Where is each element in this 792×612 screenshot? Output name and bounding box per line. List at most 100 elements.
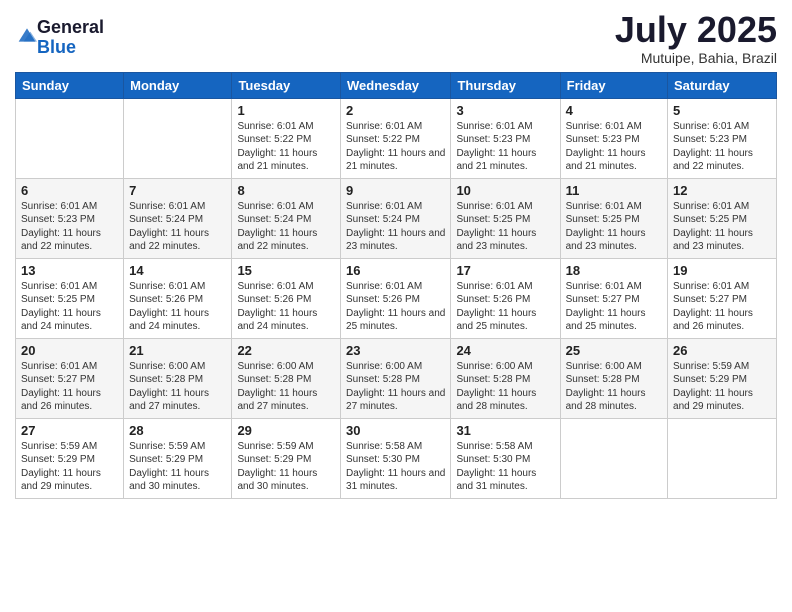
day-number: 13 xyxy=(21,263,118,278)
day-header-friday: Friday xyxy=(560,72,667,98)
calendar-cell: 15Sunrise: 6:01 AM Sunset: 5:26 PM Dayli… xyxy=(232,258,341,338)
calendar-cell: 7 Sunrise: 6:01 AM Sunset: 5:24 PM Daylig… xyxy=(124,178,232,258)
calendar-cell: 9 Sunrise: 6:01 AM Sunset: 5:24 PM Daylig… xyxy=(341,178,451,258)
day-info: Sunrise: 5:59 AM Sunset: 5:29 PM Dayligh… xyxy=(237,441,317,493)
calendar-cell: 2 Sunrise: 6:01 AM Sunset: 5:22 PM Daylig… xyxy=(341,98,451,178)
day-header-tuesday: Tuesday xyxy=(232,72,341,98)
day-number: 19 xyxy=(673,263,771,278)
calendar-week-3: 13 Sunrise: 6:01 AM Sunset: 5:25 PM Dayli… xyxy=(16,258,777,338)
day-header-saturday: Saturday xyxy=(668,72,777,98)
calendar-cell xyxy=(16,98,124,178)
calendar-cell: 30 Sunrise: 5:58 AM Sunset: 5:30 PM Dayli… xyxy=(341,418,451,498)
calendar-cell: 26 Sunrise: 5:59 AM Sunset: 5:29 PM Dayli… xyxy=(668,338,777,418)
calendar-cell: 14 Sunrise: 6:01 AM Sunset: 5:26 PM Dayli… xyxy=(124,258,232,338)
logo-blue: Blue xyxy=(37,38,104,58)
calendar-cell: 10Sunrise: 6:01 AM Sunset: 5:25 PM Dayli… xyxy=(451,178,560,258)
day-number: 14 xyxy=(129,263,226,278)
day-header-monday: Monday xyxy=(124,72,232,98)
day-number: 25 xyxy=(566,343,662,358)
day-info: Sunrise: 5:58 AM Sunset: 5:30 PM Dayligh… xyxy=(456,441,536,493)
day-number: 9 xyxy=(346,183,445,198)
day-info: Sunrise: 6:01 AM Sunset: 5:24 PM Dayligh… xyxy=(129,201,209,253)
day-number: 6 xyxy=(21,183,118,198)
calendar-cell: 25 Sunrise: 6:00 AM Sunset: 5:28 PM Dayli… xyxy=(560,338,667,418)
calendar-cell: 17 Sunrise: 6:01 AM Sunset: 5:26 PM Dayli… xyxy=(451,258,560,338)
day-info: Sunrise: 6:00 AM Sunset: 5:28 PM Dayligh… xyxy=(346,361,445,413)
calendar-cell: 8Sunrise: 6:01 AM Sunset: 5:24 PM Daylig… xyxy=(232,178,341,258)
calendar-cell: 6 Sunrise: 6:01 AM Sunset: 5:23 PM Daylig… xyxy=(16,178,124,258)
day-number: 10 xyxy=(456,183,554,198)
day-info: Sunrise: 6:01 AM Sunset: 5:27 PM Dayligh… xyxy=(673,281,753,333)
day-info: Sunrise: 6:01 AM Sunset: 5:27 PM Dayligh… xyxy=(21,361,101,413)
calendar-cell xyxy=(668,418,777,498)
day-number: 20 xyxy=(21,343,118,358)
title-area: July 2025 Mutuipe, Bahia, Brazil xyxy=(615,10,777,66)
day-info: Sunrise: 6:00 AM Sunset: 5:28 PM Dayligh… xyxy=(237,361,317,413)
calendar-cell: 16 Sunrise: 6:01 AM Sunset: 5:26 PM Dayli… xyxy=(341,258,451,338)
logo: General Blue xyxy=(15,18,104,58)
day-info: Sunrise: 6:01 AM Sunset: 5:23 PM Dayligh… xyxy=(566,121,646,173)
day-number: 12 xyxy=(673,183,771,198)
day-number: 26 xyxy=(673,343,771,358)
day-info: Sunrise: 5:59 AM Sunset: 5:29 PM Dayligh… xyxy=(21,441,101,493)
day-number: 24 xyxy=(456,343,554,358)
day-header-wednesday: Wednesday xyxy=(341,72,451,98)
day-info: Sunrise: 5:58 AM Sunset: 5:30 PM Dayligh… xyxy=(346,441,445,493)
day-number: 5 xyxy=(673,103,771,118)
calendar-cell: 28 Sunrise: 5:59 AM Sunset: 5:29 PM Dayli… xyxy=(124,418,232,498)
day-info: Sunrise: 6:01 AM Sunset: 5:23 PM Dayligh… xyxy=(673,121,753,173)
day-header-thursday: Thursday xyxy=(451,72,560,98)
day-number: 4 xyxy=(566,103,662,118)
header: General Blue July 2025 Mutuipe, Bahia, B… xyxy=(15,10,777,66)
calendar-cell: 24Sunrise: 6:00 AM Sunset: 5:28 PM Dayli… xyxy=(451,338,560,418)
day-info: Sunrise: 6:01 AM Sunset: 5:24 PM Dayligh… xyxy=(346,201,445,253)
day-info: Sunrise: 6:01 AM Sunset: 5:22 PM Dayligh… xyxy=(237,121,317,173)
calendar-cell: 20 Sunrise: 6:01 AM Sunset: 5:27 PM Dayli… xyxy=(16,338,124,418)
location: Mutuipe, Bahia, Brazil xyxy=(615,50,777,66)
day-number: 15 xyxy=(237,263,335,278)
calendar-cell xyxy=(560,418,667,498)
calendar-cell: 4 Sunrise: 6:01 AM Sunset: 5:23 PM Daylig… xyxy=(560,98,667,178)
day-info: Sunrise: 6:01 AM Sunset: 5:27 PM Dayligh… xyxy=(566,281,646,333)
day-number: 2 xyxy=(346,103,445,118)
day-info: Sunrise: 6:01 AM Sunset: 5:26 PM Dayligh… xyxy=(346,281,445,333)
day-number: 23 xyxy=(346,343,445,358)
calendar-cell: 3Sunrise: 6:01 AM Sunset: 5:23 PM Daylig… xyxy=(451,98,560,178)
day-info: Sunrise: 6:01 AM Sunset: 5:25 PM Dayligh… xyxy=(21,281,101,333)
calendar-cell: 11Sunrise: 6:01 AM Sunset: 5:25 PM Dayli… xyxy=(560,178,667,258)
day-number: 28 xyxy=(129,423,226,438)
day-number: 17 xyxy=(456,263,554,278)
calendar-cell: 13 Sunrise: 6:01 AM Sunset: 5:25 PM Dayli… xyxy=(16,258,124,338)
day-number: 18 xyxy=(566,263,662,278)
day-info: Sunrise: 6:00 AM Sunset: 5:28 PM Dayligh… xyxy=(129,361,209,413)
day-number: 30 xyxy=(346,423,445,438)
day-number: 27 xyxy=(21,423,118,438)
day-info: Sunrise: 6:01 AM Sunset: 5:26 PM Dayligh… xyxy=(456,281,536,333)
day-number: 11 xyxy=(566,183,662,198)
logo-general: General xyxy=(37,18,104,38)
logo-text: General Blue xyxy=(37,18,104,58)
day-number: 7 xyxy=(129,183,226,198)
calendar-cell: 29 Sunrise: 5:59 AM Sunset: 5:29 PM Dayli… xyxy=(232,418,341,498)
day-number: 22 xyxy=(237,343,335,358)
day-number: 21 xyxy=(129,343,226,358)
day-info: Sunrise: 6:00 AM Sunset: 5:28 PM Dayligh… xyxy=(566,361,646,413)
day-info: Sunrise: 5:59 AM Sunset: 5:29 PM Dayligh… xyxy=(129,441,209,493)
day-info: Sunrise: 5:59 AM Sunset: 5:29 PM Dayligh… xyxy=(673,361,753,413)
day-info: Sunrise: 6:01 AM Sunset: 5:26 PM Dayligh… xyxy=(129,281,209,333)
calendar-cell: 5 Sunrise: 6:01 AM Sunset: 5:23 PM Daylig… xyxy=(668,98,777,178)
day-info: Sunrise: 6:01 AM Sunset: 5:22 PM Dayligh… xyxy=(346,121,445,173)
logo-icon xyxy=(15,25,37,50)
calendar-cell: 31Sunrise: 5:58 AM Sunset: 5:30 PM Dayli… xyxy=(451,418,560,498)
calendar-cell: 22 Sunrise: 6:00 AM Sunset: 5:28 PM Dayli… xyxy=(232,338,341,418)
calendar-cell: 12Sunrise: 6:01 AM Sunset: 5:25 PM Dayli… xyxy=(668,178,777,258)
day-info: Sunrise: 6:01 AM Sunset: 5:24 PM Dayligh… xyxy=(237,201,317,253)
calendar: SundayMondayTuesdayWednesdayThursdayFrid… xyxy=(15,72,777,499)
day-number: 29 xyxy=(237,423,335,438)
calendar-week-5: 27 Sunrise: 5:59 AM Sunset: 5:29 PM Dayli… xyxy=(16,418,777,498)
calendar-cell: 23 Sunrise: 6:00 AM Sunset: 5:28 PM Dayli… xyxy=(341,338,451,418)
day-info: Sunrise: 6:01 AM Sunset: 5:23 PM Dayligh… xyxy=(21,201,101,253)
day-header-sunday: Sunday xyxy=(16,72,124,98)
day-number: 1 xyxy=(237,103,335,118)
day-number: 16 xyxy=(346,263,445,278)
